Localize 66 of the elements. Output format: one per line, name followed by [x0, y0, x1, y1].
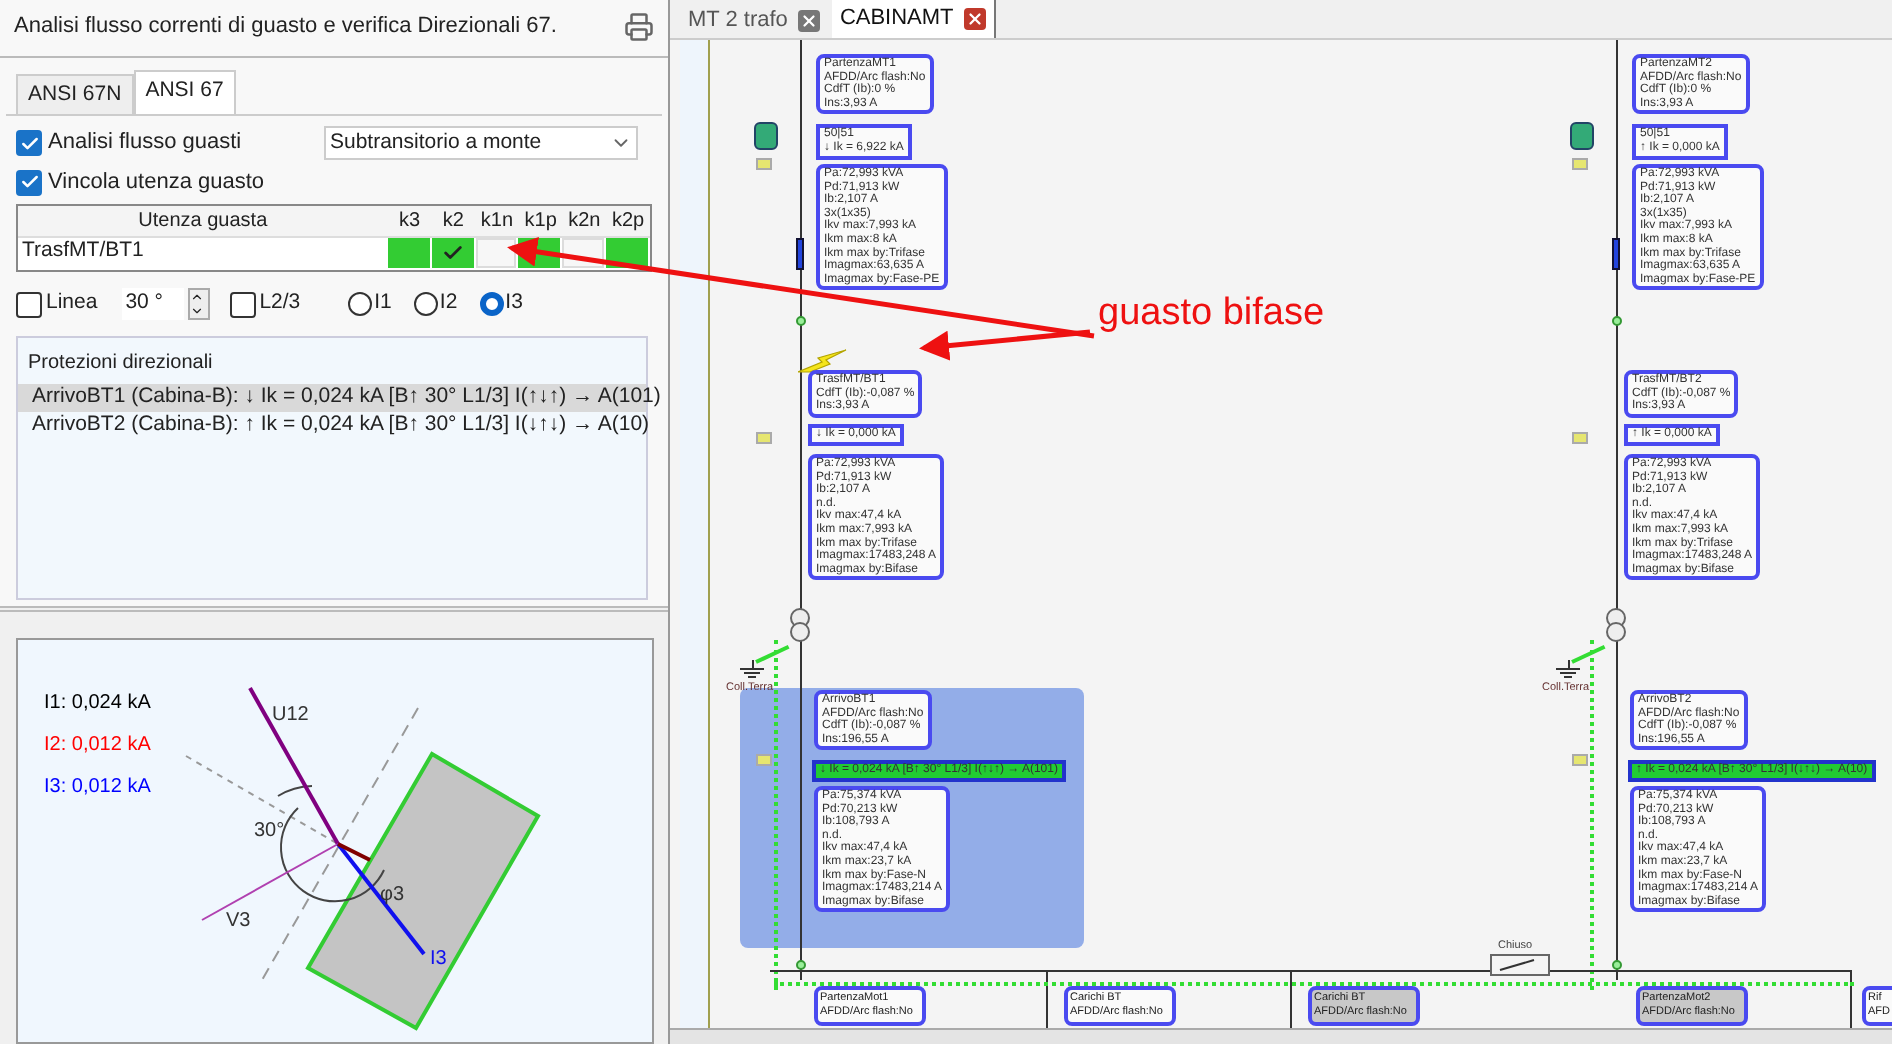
- column-header: k1p: [522, 208, 559, 237]
- meter-icon: [756, 754, 772, 766]
- meter-icon: [756, 432, 772, 444]
- angle-field[interactable]: 30 °: [121, 288, 184, 321]
- radio-label: I1: [374, 288, 392, 319]
- close-icon[interactable]: [963, 8, 986, 30]
- tab[interactable]: ANSI 67N: [16, 73, 134, 115]
- table-cell-text: TrasfMT/BT1: [20, 236, 146, 267]
- meter-icon: [1572, 432, 1588, 444]
- option-label: Analisi flusso guasti: [48, 128, 242, 159]
- check-icon: [441, 241, 464, 264]
- node-icon: [1612, 316, 1622, 326]
- fault-type-cell[interactable]: [475, 237, 517, 268]
- angle-label: φ3: [380, 884, 405, 906]
- column-header: k2: [440, 208, 466, 237]
- transformer-icon: [790, 608, 810, 644]
- node-icon: [796, 316, 806, 326]
- cable-icon: [1612, 238, 1620, 270]
- radio-label: I3: [505, 288, 523, 319]
- switch-icon: [1490, 954, 1550, 976]
- current-reading: I3: 0,012 kA: [44, 776, 151, 800]
- column-header: Utenza guasta: [136, 208, 270, 237]
- breaker-icon: [754, 122, 778, 150]
- fault-type-cell[interactable]: [387, 237, 430, 268]
- vector-label: V3: [226, 910, 251, 932]
- meter-icon: [1572, 158, 1588, 170]
- meter-icon: [1572, 754, 1588, 766]
- printer-icon[interactable]: [624, 11, 654, 42]
- mode-select[interactable]: Subtransitorio a monte: [324, 126, 638, 161]
- option-label: Vincola utenza guasto: [48, 167, 265, 198]
- angle-arc: [280, 807, 385, 903]
- option-label: L2/3: [259, 288, 301, 319]
- cable-icon: [796, 238, 804, 270]
- radio-button[interactable]: [479, 292, 504, 317]
- option-label: Linea: [46, 288, 98, 319]
- meter-icon: [756, 158, 772, 170]
- angle-label: 30°: [254, 820, 285, 842]
- column-header: k2p: [609, 208, 647, 237]
- column-header: k2n: [566, 208, 603, 237]
- transformer-icon: [1606, 608, 1626, 644]
- breaker-icon: [1570, 122, 1594, 150]
- angle-arc: [277, 785, 313, 797]
- radio-button[interactable]: [413, 292, 438, 317]
- panel-title: Analisi flusso correnti di guasto e verifica Direzionali 67.: [14, 12, 557, 42]
- fault-type-cell[interactable]: [431, 237, 474, 268]
- vector-label: I3: [430, 948, 447, 970]
- spin-buttons[interactable]: [187, 288, 210, 321]
- column-header: k1n: [478, 208, 516, 237]
- checkbox[interactable]: [16, 291, 42, 318]
- ground-icon: [740, 660, 764, 678]
- close-icon[interactable]: [797, 9, 820, 31]
- ground-icon: [1556, 660, 1580, 678]
- vector-label: U12: [272, 704, 309, 726]
- section-title: Protezioni direzionali: [26, 350, 215, 379]
- tab[interactable]: ANSI 67: [133, 69, 236, 115]
- current-reading: I1: 0,024 kA: [44, 692, 151, 716]
- document-tab[interactable]: CABINAMT: [831, 0, 996, 38]
- checkbox[interactable]: [16, 169, 42, 195]
- checkbox[interactable]: [16, 130, 42, 156]
- current-reading: I2: 0,012 kA: [44, 734, 151, 758]
- radio-label: I2: [439, 288, 458, 319]
- annotation-text: guasto bifase: [1098, 290, 1325, 338]
- column-header: k3: [396, 208, 423, 237]
- checkbox[interactable]: [229, 291, 256, 318]
- radio-button[interactable]: [348, 292, 373, 317]
- document-tab[interactable]: MT 2 trafo: [680, 2, 828, 38]
